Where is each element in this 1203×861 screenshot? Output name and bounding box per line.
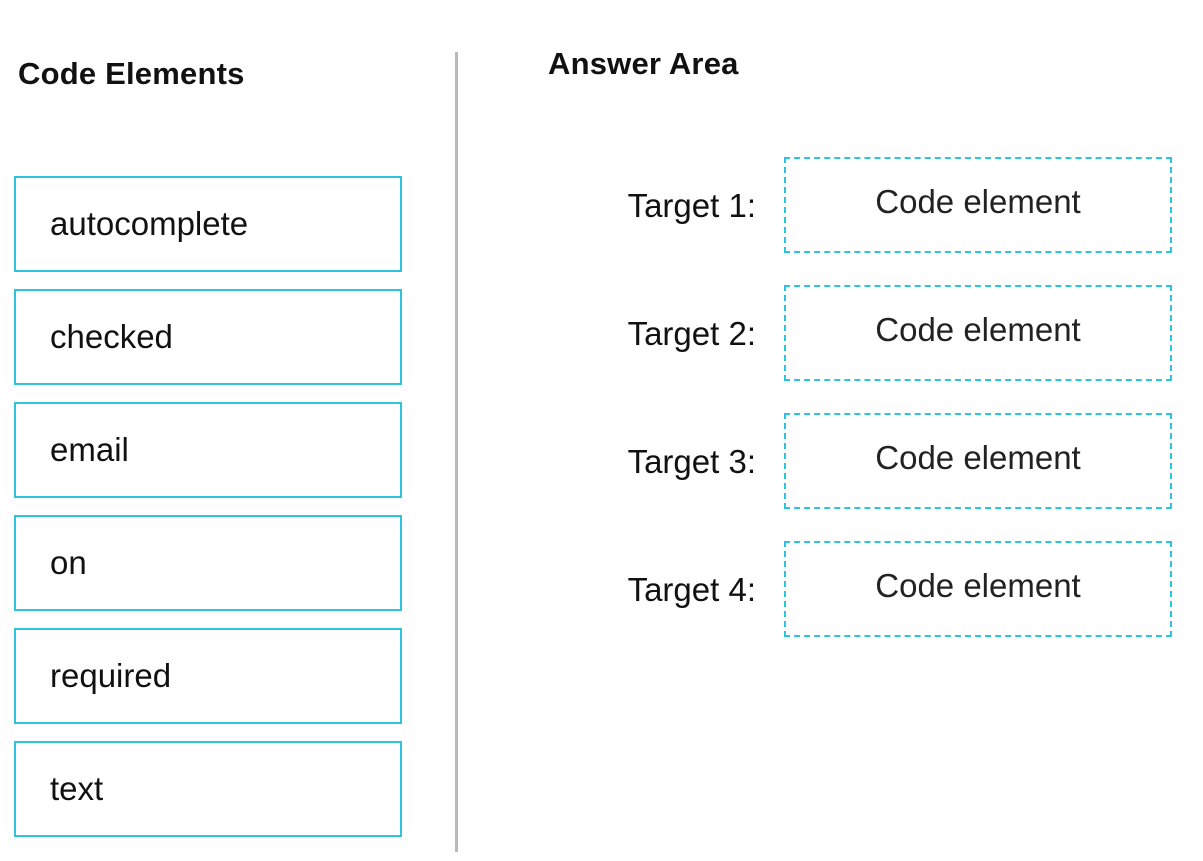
answer-targets: Target 1: Code element Target 2: Code el… <box>600 157 1175 669</box>
code-element-text[interactable]: text <box>14 741 402 837</box>
target-3-drop-zone[interactable]: Code element <box>784 413 1172 509</box>
target-1-label: Target 1: <box>627 187 756 224</box>
code-element-autocomplete[interactable]: autocomplete <box>14 176 402 272</box>
target-1-drop-zone[interactable]: Code element <box>784 157 1172 253</box>
code-element-on[interactable]: on <box>14 515 402 611</box>
code-element-checked[interactable]: checked <box>14 289 402 385</box>
target-3-label: Target 3: <box>627 443 756 480</box>
target-row-1: Target 1: Code element <box>600 157 1175 253</box>
target-row-2: Target 2: Code element <box>600 285 1175 381</box>
target-4-label: Target 4: <box>627 571 756 608</box>
code-elements-heading: Code Elements <box>18 56 245 91</box>
code-element-required[interactable]: required <box>14 628 402 724</box>
target-2-drop-zone[interactable]: Code element <box>784 285 1172 381</box>
target-row-4: Target 4: Code element <box>600 541 1175 637</box>
code-element-email[interactable]: email <box>14 402 402 498</box>
target-2-label: Target 2: <box>627 315 756 352</box>
code-elements-list: autocomplete checked email on required t… <box>14 176 402 837</box>
target-4-drop-zone[interactable]: Code element <box>784 541 1172 637</box>
target-row-3: Target 3: Code element <box>600 413 1175 509</box>
answer-area-heading: Answer Area <box>548 46 739 81</box>
panel-divider <box>455 52 458 852</box>
